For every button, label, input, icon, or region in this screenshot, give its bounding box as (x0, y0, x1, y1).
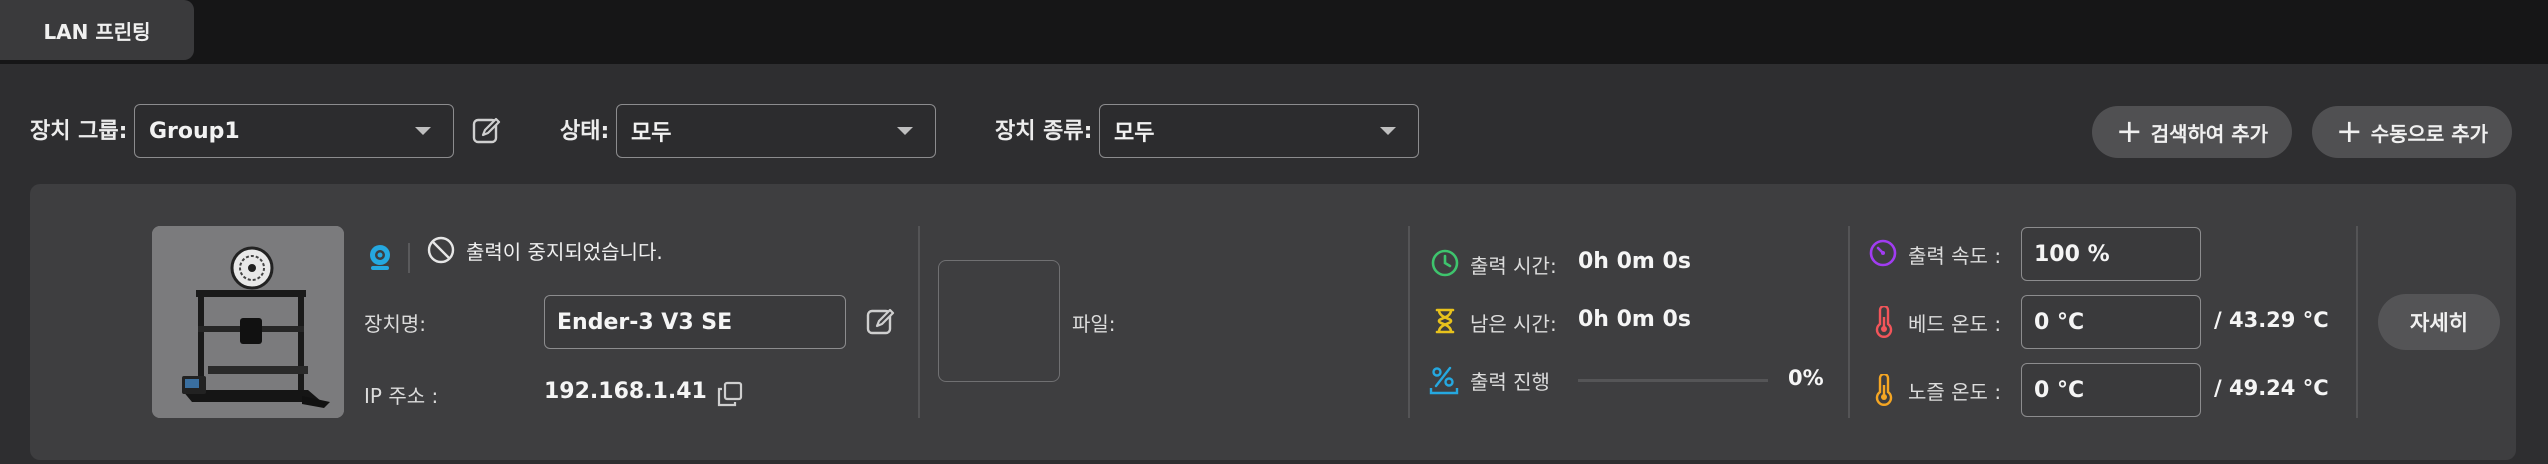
bed-temp-field[interactable]: 0 °C (2021, 295, 2201, 349)
edit-icon (866, 308, 895, 335)
hourglass-icon (1435, 308, 1455, 334)
progress-icon (1429, 366, 1459, 395)
device-type-value: 모두 (1114, 121, 1155, 146)
nozzle-temp-icon (1875, 374, 1893, 406)
nozzle-temp-target: / 49.24 °C (2214, 376, 2329, 400)
speed-icon (1869, 239, 1897, 267)
file-label: 파일: (1072, 312, 1116, 336)
print-speed-value: 100 % (2034, 241, 2110, 267)
plus-icon: + (2115, 111, 2143, 150)
device-name-value: Ender-3 V3 SE (557, 309, 733, 335)
remaining-time-label: 남은 시간: (1470, 312, 1557, 336)
bed-temp-target: / 43.29 °C (2214, 308, 2329, 332)
chevron-down-icon (1380, 127, 1396, 135)
column-divider (2356, 226, 2358, 418)
nozzle-temp-value: 0 °C (2034, 377, 2085, 403)
edit-device-name-button[interactable] (864, 305, 898, 339)
nozzle-temp-field[interactable]: 0 °C (2021, 363, 2201, 417)
top-bar (0, 0, 2548, 64)
status-label: 상태: (560, 119, 610, 144)
column-divider (1848, 226, 1850, 418)
status-divider (408, 243, 410, 273)
column-divider (918, 226, 920, 418)
device-group-value: Group1 (149, 118, 240, 144)
ban-icon (427, 236, 455, 264)
edit-group-button[interactable] (470, 114, 504, 148)
print-time-label: 출력 시간: (1470, 254, 1557, 278)
printer-thumbnail (152, 226, 344, 418)
device-group-select[interactable]: Group1 (134, 104, 454, 158)
file-preview (938, 260, 1060, 382)
copy-icon[interactable] (716, 380, 744, 408)
search-add-label: 검색하여 추가 (2150, 121, 2269, 146)
nozzle-temp-label: 노즐 온도 : (1908, 380, 2002, 404)
chevron-down-icon (897, 127, 913, 135)
progress-label: 출력 진행 (1470, 370, 1550, 394)
clock-icon (1431, 249, 1459, 277)
camera-icon[interactable] (368, 244, 392, 272)
status-value: 모두 (631, 121, 672, 146)
progress-bar (1578, 379, 1768, 382)
device-name-label: 장치명: (364, 312, 426, 336)
progress-value: 0% (1788, 366, 1824, 390)
bed-temp-value: 0 °C (2034, 309, 2085, 335)
edit-icon (472, 117, 501, 144)
bed-temp-label: 베드 온도 : (1908, 312, 2002, 336)
print-speed-field[interactable]: 100 % (2021, 227, 2201, 281)
remaining-time-value: 0h 0m 0s (1578, 307, 1691, 332)
column-divider (1408, 226, 1410, 418)
tab-lan-printing[interactable]: LAN 프린팅 (0, 0, 194, 60)
device-name-field[interactable]: Ender-3 V3 SE (544, 295, 846, 349)
manual-add-label: 수동으로 추가 (2370, 121, 2489, 146)
bed-temp-icon (1875, 306, 1893, 338)
search-add-button[interactable]: + 검색하여 추가 (2092, 106, 2292, 158)
device-group-label: 장치 그룹: (30, 119, 128, 144)
print-time-value: 0h 0m 0s (1578, 249, 1691, 274)
details-button[interactable]: 자세히 (2378, 294, 2500, 350)
manual-add-button[interactable]: + 수동으로 추가 (2312, 106, 2512, 158)
printer-status-text: 출력이 중지되었습니다. (466, 240, 663, 264)
device-type-select[interactable]: 모두 (1099, 104, 1419, 158)
chevron-down-icon (415, 127, 431, 135)
ip-address-label: IP 주소 : (364, 384, 439, 408)
print-speed-label: 출력 속도 : (1908, 244, 2002, 268)
ip-address-value: 192.168.1.41 (544, 379, 707, 404)
plus-icon: + (2335, 111, 2363, 150)
device-type-label: 장치 종류: (995, 119, 1093, 144)
status-select[interactable]: 모두 (616, 104, 936, 158)
